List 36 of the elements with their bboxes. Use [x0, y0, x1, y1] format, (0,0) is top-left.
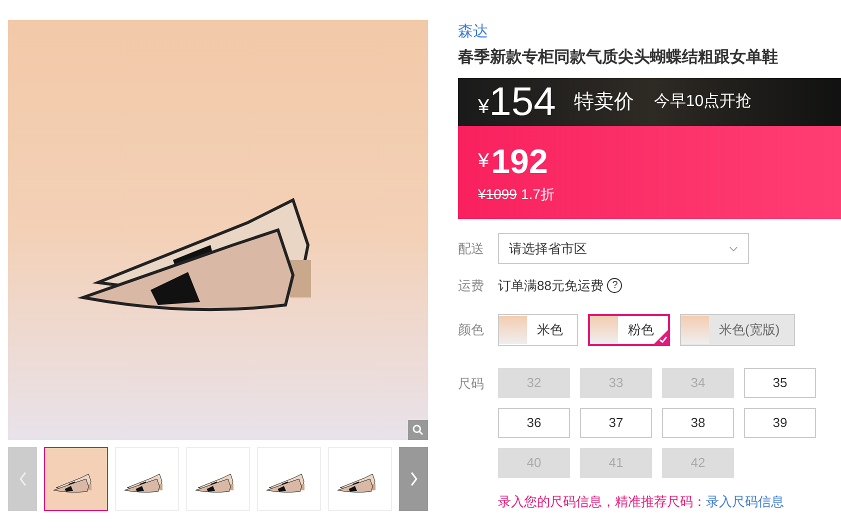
- promo-label: 特卖价: [574, 90, 634, 115]
- size-option[interactable]: 39: [744, 408, 816, 438]
- color-option[interactable]: 米色: [498, 314, 578, 346]
- region-select[interactable]: 请选择省市区: [498, 233, 749, 264]
- original-price: ¥1099: [478, 185, 517, 204]
- currency-symbol: ¥: [478, 95, 490, 120]
- help-icon[interactable]: ?: [607, 278, 622, 294]
- size-option[interactable]: 37: [580, 408, 652, 438]
- promo-price: 154: [489, 80, 556, 124]
- size-option[interactable]: 38: [662, 408, 734, 438]
- thumbnail[interactable]: [44, 447, 108, 511]
- size-hint-text: 录入您的尺码信息，精准推荐尺码：: [498, 492, 706, 510]
- size-option[interactable]: 35: [744, 368, 816, 398]
- select-placeholder: 请选择省市区: [509, 240, 587, 258]
- sale-price: 192: [491, 144, 548, 180]
- field-label: 颜色: [458, 320, 485, 339]
- discount-text: 1.7折: [520, 185, 554, 204]
- promo-start-time: 今早10点开抢: [654, 92, 752, 112]
- chevron-left-icon: [18, 471, 26, 487]
- color-swatch-thumbnail: [681, 316, 709, 344]
- size-option[interactable]: 36: [498, 408, 570, 438]
- selected-check-icon: [654, 330, 668, 344]
- color-swatch-thumbnail: [499, 316, 527, 344]
- field-label: 运费: [458, 277, 485, 295]
- currency-symbol: ¥: [478, 149, 490, 174]
- color-swatch-thumbnail: [590, 316, 618, 344]
- color-option[interactable]: 粉色: [588, 314, 670, 346]
- field-label: 尺码: [458, 374, 485, 392]
- size-info-link[interactable]: 录入尺码信息: [706, 492, 784, 511]
- field-label: 配送: [458, 240, 485, 258]
- zoom-icon[interactable]: [408, 420, 428, 440]
- chevron-right-icon: [410, 471, 418, 487]
- product-title: 春季新款专柜同款气质尖头蝴蝶结粗跟女单鞋: [458, 47, 779, 68]
- chevron-down-icon: [729, 246, 738, 252]
- shipping-text: 订单满88元免运费: [498, 277, 604, 295]
- brand-link[interactable]: 森达: [458, 22, 841, 42]
